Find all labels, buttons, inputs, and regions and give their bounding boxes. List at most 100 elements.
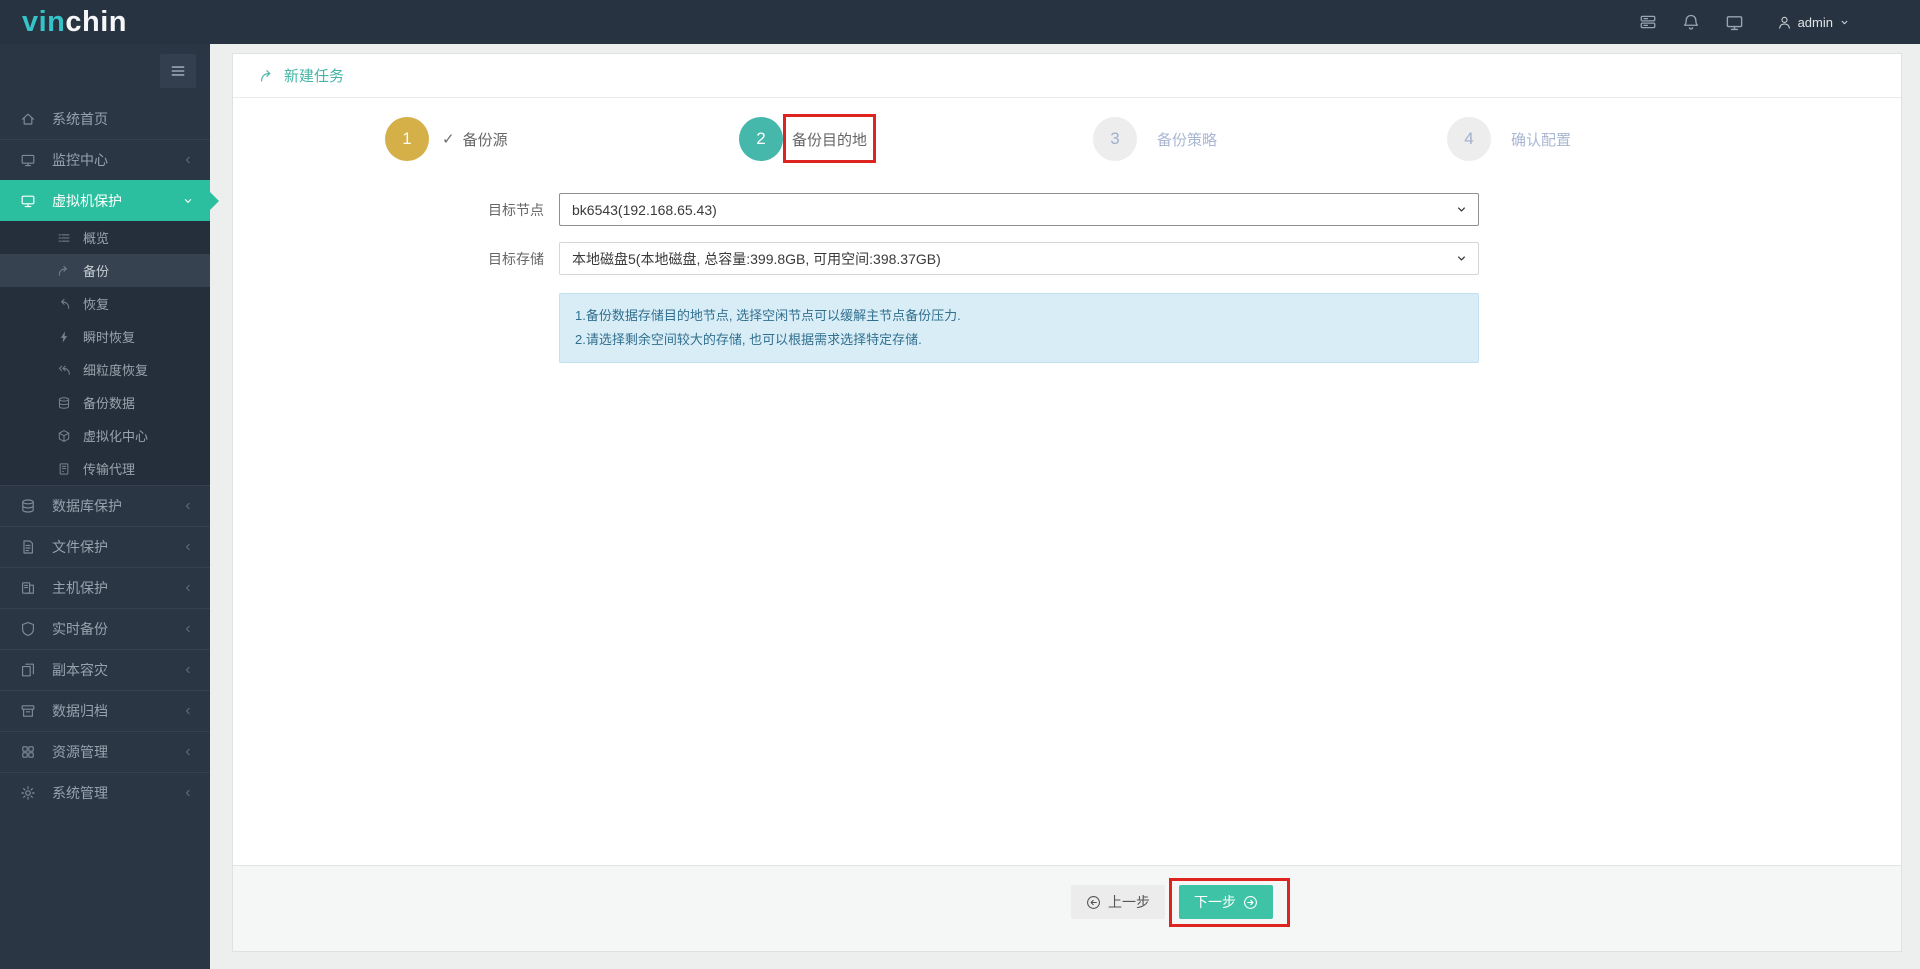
target-storage-label: 目标存储 [488,250,544,267]
sidebar-item-label: 资源管理 [52,744,108,760]
sidebar-item-system-home[interactable]: 系统首页 [0,98,210,139]
form-row-target-node: 目标节点 bk6543(192.168.65.43) [233,193,1901,226]
sidebar-item-system-management[interactable]: 系统管理 [0,772,210,813]
database-icon [57,396,71,410]
reply-arrow-icon [57,297,71,311]
target-node-value: bk6543(192.168.65.43) [572,201,717,218]
home-icon [20,111,36,127]
sidebar-burger-row [0,44,210,98]
sidebar-item-label: 数据库保护 [52,498,122,514]
step-label: 确认配置 [1511,131,1572,149]
desktop-icon [20,193,36,209]
sidebar-item-label: 细粒度恢复 [83,363,149,378]
sidebar-item-label: 概览 [83,231,110,246]
info-line-1: 1.备份数据存储目的地节点, 选择空闲节点可以缓解主节点备份压力. [575,308,961,323]
archive-icon [20,703,36,719]
task-form: 目标节点 bk6543(192.168.65.43) 目标存储 本地磁盘5(本地… [233,193,1901,364]
shield-icon [20,621,36,637]
sidebar-item-vm-protection[interactable]: 虚拟机保护 [0,180,219,221]
forward-arrow-icon [57,264,71,278]
server-list-icon[interactable] [1639,13,1657,31]
arrow-circle-left-icon [1086,895,1101,910]
sidebar-item-label: 副本容灾 [52,662,108,678]
next-button-wrap: 下一步 [1169,878,1290,927]
sidebar-item-resource-management[interactable]: 资源管理 [0,731,210,772]
sidebar-item-label: 备份 [83,264,110,279]
chevron-left-icon [182,154,194,166]
info-box: 1.备份数据存储目的地节点, 选择空闲节点可以缓解主节点备份压力. 2.请选择剩… [559,293,1479,364]
prev-step-label: 上一步 [1108,894,1150,910]
step-label: 备份策略 [1157,131,1218,149]
step-number: 4 [1447,117,1491,161]
sidebar-item-restore[interactable]: 恢复 [0,287,210,320]
main-content: 新建任务 1 ✓ 备份源 2 备份目的地 3 备份策略 4 确认配置 目标节点 bk6543(1… [210,44,1920,969]
target-storage-select[interactable]: 本地磁盘5(本地磁盘, 总容量:399.8GB, 可用空间:398.37GB) [559,242,1479,275]
sidebar-item-label: 虚拟化中心 [83,429,149,444]
sidebar-item-backup[interactable]: 备份 [0,254,210,287]
sidebar-item-data-archive[interactable]: 数据归档 [0,690,210,731]
chevron-left-icon [182,541,194,553]
sidebar-item-label: 数据归档 [52,703,108,719]
sidebar-item-label: 系统管理 [52,785,108,801]
next-step-button[interactable]: 下一步 [1179,885,1273,919]
sidebar-item-instant-restore[interactable]: 瞬时恢复 [0,320,210,353]
sidebar-item-label: 备份数据 [83,396,136,411]
list-icon [57,231,71,245]
sidebar-item-label: 虚拟机保护 [52,193,122,209]
sidebar-item-overview[interactable]: 概览 [0,221,210,254]
chevron-down-icon [1455,252,1468,265]
step-label: 备份源 [462,131,508,149]
target-storage-value: 本地磁盘5(本地磁盘, 总容量:399.8GB, 可用空间:398.37GB) [572,250,941,267]
wizard-step-backup-strategy: 3 备份策略 [1093,117,1447,161]
target-node-select[interactable]: bk6543(192.168.65.43) [559,193,1479,226]
breadcrumb: 新建任务 [233,54,1901,98]
forward-arrow-icon [259,68,275,84]
wizard-step-backup-destination: 2 备份目的地 [739,113,1093,163]
step-number: 3 [1093,117,1137,161]
sidebar: 系统首页监控中心虚拟机保护概览备份恢复 瞬时恢复细粒度恢复备份数据虚拟化中心传输代… [0,44,219,969]
check-icon: ✓ [442,131,455,148]
display-icon[interactable] [1725,13,1744,32]
host-icon [20,580,36,596]
chevron-left-icon [182,664,194,676]
app-root: vinchin admin 系统首页监控中心虚拟机保护概览备份恢复 瞬时恢复细粒度… [0,0,1920,969]
sidebar-item-label: 文件保护 [52,539,108,555]
sidebar-item-virtualization-center[interactable]: 虚拟化中心 [0,419,210,452]
sidebar-item-realtime-backup[interactable]: 实时备份 [0,608,210,649]
form-row-target-storage: 目标存储 本地磁盘5(本地磁盘, 总容量:399.8GB, 可用空间:398.3… [233,242,1901,275]
chevron-left-icon [182,623,194,635]
server-icon [57,462,71,476]
arrow-circle-right-icon [1243,895,1258,910]
sidebar-item-label: 实时备份 [52,621,108,637]
wizard-step-backup-source: 1 ✓ 备份源 [385,117,739,161]
step-number: 1 [385,117,429,161]
sidebar-item-label: 监控中心 [52,152,108,168]
wizard-footer: 上一步 下一步 [233,865,1901,951]
sidebar-item-database-protection[interactable]: 数据库保护 [0,485,210,526]
sidebar-item-granular-restore[interactable]: 细粒度恢复 [0,353,210,386]
sidebar-item-transfer-agent[interactable]: 传输代理 [0,452,210,485]
info-line-2: 2.请选择剩余空间较大的存储, 也可以根据需求选择特定存储. [575,332,922,348]
sidebar-item-monitor-center[interactable]: 监控中心 [0,139,210,180]
bell-icon[interactable] [1682,13,1700,31]
prev-step-button[interactable]: 上一步 [1071,885,1165,919]
logo-vin: vin [22,5,66,38]
chevron-left-icon [182,500,194,512]
next-step-label: 下一步 [1194,894,1236,910]
user-menu[interactable]: admin [1777,15,1850,30]
page-title: 新建任务 [284,68,345,85]
wizard-steps: 1 ✓ 备份源 2 备份目的地 3 备份策略 4 确认配置 [233,98,1901,163]
step-number: 2 [739,117,783,161]
sidebar-item-backup-data[interactable]: 备份数据 [0,386,210,419]
sidebar-item-label: 系统首页 [52,110,108,127]
menu-icon[interactable] [160,54,196,88]
sidebar-item-file-protection[interactable]: 文件保护 [0,526,210,567]
wizard-step-confirm-config: 4 确认配置 [1447,117,1801,161]
sidebar-item-replica-dr[interactable]: 副本容灾 [0,649,210,690]
chevron-down-icon [182,195,194,207]
grid-icon [20,744,36,760]
top-header: vinchin admin [0,0,1920,44]
sidebar-item-host-protection[interactable]: 主机保护 [0,567,210,608]
cube-icon [57,429,71,443]
username: admin [1797,14,1833,30]
